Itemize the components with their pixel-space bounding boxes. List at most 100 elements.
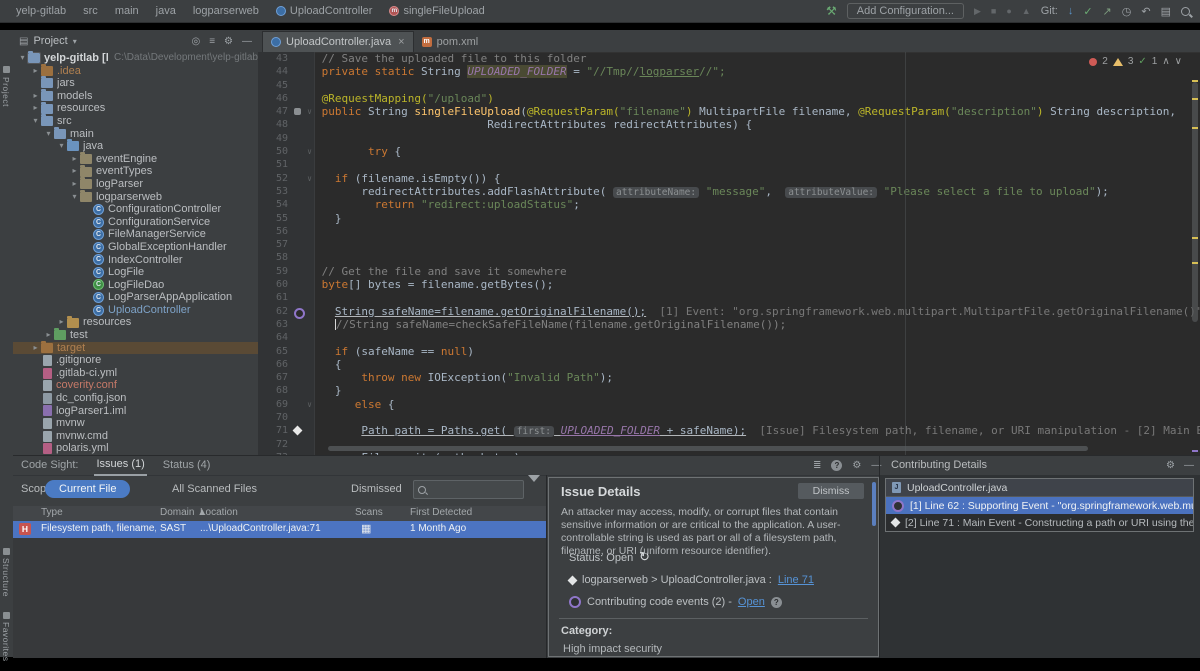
tree-arrow-icon[interactable]: ▸	[69, 153, 80, 166]
column-header[interactable]: Scans	[355, 507, 383, 518]
bottom-tab[interactable]: Issues (1)	[94, 455, 146, 476]
tree-item[interactable]: FileManagerService	[13, 228, 258, 241]
tree-item[interactable]: ▸.idea	[13, 65, 258, 78]
editor-tab[interactable]: mpom.xml	[414, 32, 487, 52]
tree-arrow-icon[interactable]: ▾	[17, 52, 28, 65]
tree-arrow-icon[interactable]: ▾	[30, 115, 41, 128]
search-input[interactable]	[413, 480, 524, 499]
tree-item[interactable]: ConfigurationService	[13, 216, 258, 229]
tree-item[interactable]: ▸eventTypes	[13, 165, 258, 178]
search-everywhere-icon[interactable]	[1181, 7, 1190, 16]
tree-arrow-icon[interactable]: ▾	[43, 128, 54, 141]
scope-button[interactable]: Dismissed	[337, 480, 416, 498]
tree-arrow-icon[interactable]: ▸	[30, 90, 41, 103]
locate-file-icon[interactable]: ◎	[191, 36, 200, 47]
refresh-status-icon[interactable]: ↻	[639, 549, 650, 565]
tree-item[interactable]: ▾src	[13, 115, 258, 128]
tree-item[interactable]: coverity.conf	[13, 379, 258, 392]
fold-marker[interactable]: ∨	[304, 398, 315, 411]
scrollbar-thumb[interactable]	[872, 482, 876, 526]
bottom-tab[interactable]: Status (4)	[161, 456, 213, 475]
git-update-icon[interactable]: ↓	[1068, 5, 1074, 17]
tree-item[interactable]: ▾main	[13, 128, 258, 141]
help-icon[interactable]: ?	[831, 460, 842, 471]
settings-gear-icon[interactable]: ⚙	[852, 460, 861, 471]
tree-arrow-icon[interactable]: ▸	[43, 329, 54, 342]
debug-icon[interactable]: ■	[991, 6, 996, 16]
open-events-link[interactable]: Open	[738, 596, 765, 608]
column-header[interactable]: Location	[200, 507, 238, 518]
tree-item[interactable]: .gitignore	[13, 354, 258, 367]
tree-arrow-icon[interactable]: ▸	[69, 178, 80, 191]
project-tool-icon[interactable]	[3, 66, 10, 73]
tree-arrow-icon[interactable]: ▸	[30, 102, 41, 115]
contributing-file-header[interactable]: J UploadController.java	[886, 479, 1193, 497]
tree-arrow-icon[interactable]: ▸	[69, 165, 80, 178]
git-push-icon[interactable]: ↗	[1103, 5, 1112, 18]
build-project-icon[interactable]: ⚒	[826, 4, 837, 18]
bottom-tab[interactable]: Code Sight:	[19, 456, 80, 475]
tree-item[interactable]: ▾java	[13, 140, 258, 153]
tree-item[interactable]: ▾logparserweb	[13, 191, 258, 204]
tree-item[interactable]: ▸target	[13, 342, 258, 355]
tree-item[interactable]: GlobalExceptionHandler	[13, 241, 258, 254]
list-view-icon[interactable]: ≣	[813, 460, 821, 471]
tree-item[interactable]: polaris.yml	[13, 442, 258, 455]
tree-item[interactable]: ▸models	[13, 90, 258, 103]
tree-item[interactable]: ▸resources	[13, 316, 258, 329]
bookmarks-icon[interactable]: ▤	[1161, 5, 1171, 18]
tree-item[interactable]: logParser1.iml	[13, 405, 258, 418]
profiler-icon[interactable]: ▲	[1022, 6, 1031, 16]
issues-table-header[interactable]: TypeDomain ▲LocationScansFirst Detected	[13, 506, 546, 521]
codesight-marker-icon[interactable]	[294, 108, 301, 115]
tree-item[interactable]: jars	[13, 77, 258, 90]
contributing-event-row[interactable]: [2] Line 71 : Main Event - Constructing …	[886, 514, 1193, 531]
scope-button[interactable]: Current File	[45, 480, 130, 498]
filter-icon[interactable]	[528, 482, 542, 496]
hide-panel-icon[interactable]: —	[242, 36, 252, 47]
hide-panel-icon[interactable]: —	[1184, 460, 1194, 471]
tree-arrow-icon[interactable]: ▸	[30, 65, 41, 78]
undo-icon[interactable]: ↶	[1141, 5, 1150, 18]
history-icon[interactable]: ◷	[1122, 5, 1132, 18]
project-panel-title[interactable]: Project	[33, 35, 67, 47]
help-icon[interactable]: ?	[771, 597, 782, 608]
breadcrumb-item[interactable]: java	[156, 5, 176, 17]
tree-arrow-icon[interactable]: ▸	[30, 342, 41, 355]
tree-item[interactable]: IndexController	[13, 254, 258, 267]
structure-tool-icon[interactable]	[3, 548, 10, 555]
column-header[interactable]: Type	[41, 507, 63, 518]
main-event-marker-icon[interactable]	[293, 426, 303, 436]
tree-item[interactable]: mvnw.cmd	[13, 430, 258, 443]
add-configuration-button[interactable]: Add Configuration...	[847, 3, 964, 19]
collapse-all-icon[interactable]: ≡	[209, 36, 215, 47]
tree-item[interactable]: ConfigurationController	[13, 203, 258, 216]
settings-gear-icon[interactable]: ⚙	[1166, 460, 1175, 471]
dismiss-button[interactable]: Dismiss	[798, 483, 864, 499]
tree-arrow-icon[interactable]: ▾	[69, 191, 80, 204]
fold-marker[interactable]: ∨	[304, 105, 315, 118]
editor-tab[interactable]: UploadController.java×	[262, 31, 414, 52]
tree-item[interactable]: LogFile	[13, 266, 258, 279]
scrollbar-thumb[interactable]	[1192, 82, 1198, 322]
error-stripe[interactable]	[1190, 52, 1200, 455]
chevron-down-icon[interactable]: ▾	[73, 37, 77, 46]
project-tool-button[interactable]: Project	[1, 77, 11, 107]
breadcrumb-item[interactable]: main	[115, 5, 139, 17]
breadcrumb-item[interactable]: logparserweb	[193, 5, 259, 17]
tree-item[interactable]: dc_config.json	[13, 392, 258, 405]
issue-line-link[interactable]: Line 71	[778, 574, 814, 586]
breadcrumb-item[interactable]: yelp-gitlab	[16, 5, 66, 17]
tree-item[interactable]: ▸resources	[13, 102, 258, 115]
tree-item[interactable]: ▸logParser	[13, 178, 258, 191]
scope-button[interactable]: All Scanned Files	[158, 480, 271, 498]
fold-marker[interactable]: ∨	[304, 145, 315, 158]
tree-item[interactable]: ▾yelp-gitlab [logParser1]C:\Data\Develop…	[13, 52, 258, 65]
favorites-tool-icon[interactable]	[3, 612, 10, 619]
horizontal-scrollbar[interactable]	[328, 446, 1088, 451]
tree-arrow-icon[interactable]: ▾	[56, 140, 67, 153]
tree-item[interactable]: mvnw	[13, 417, 258, 430]
tree-item[interactable]: ▸test	[13, 329, 258, 342]
breadcrumb-item[interactable]: msingleFileUpload	[389, 5, 484, 17]
tree-item[interactable]: UploadController	[13, 304, 258, 317]
